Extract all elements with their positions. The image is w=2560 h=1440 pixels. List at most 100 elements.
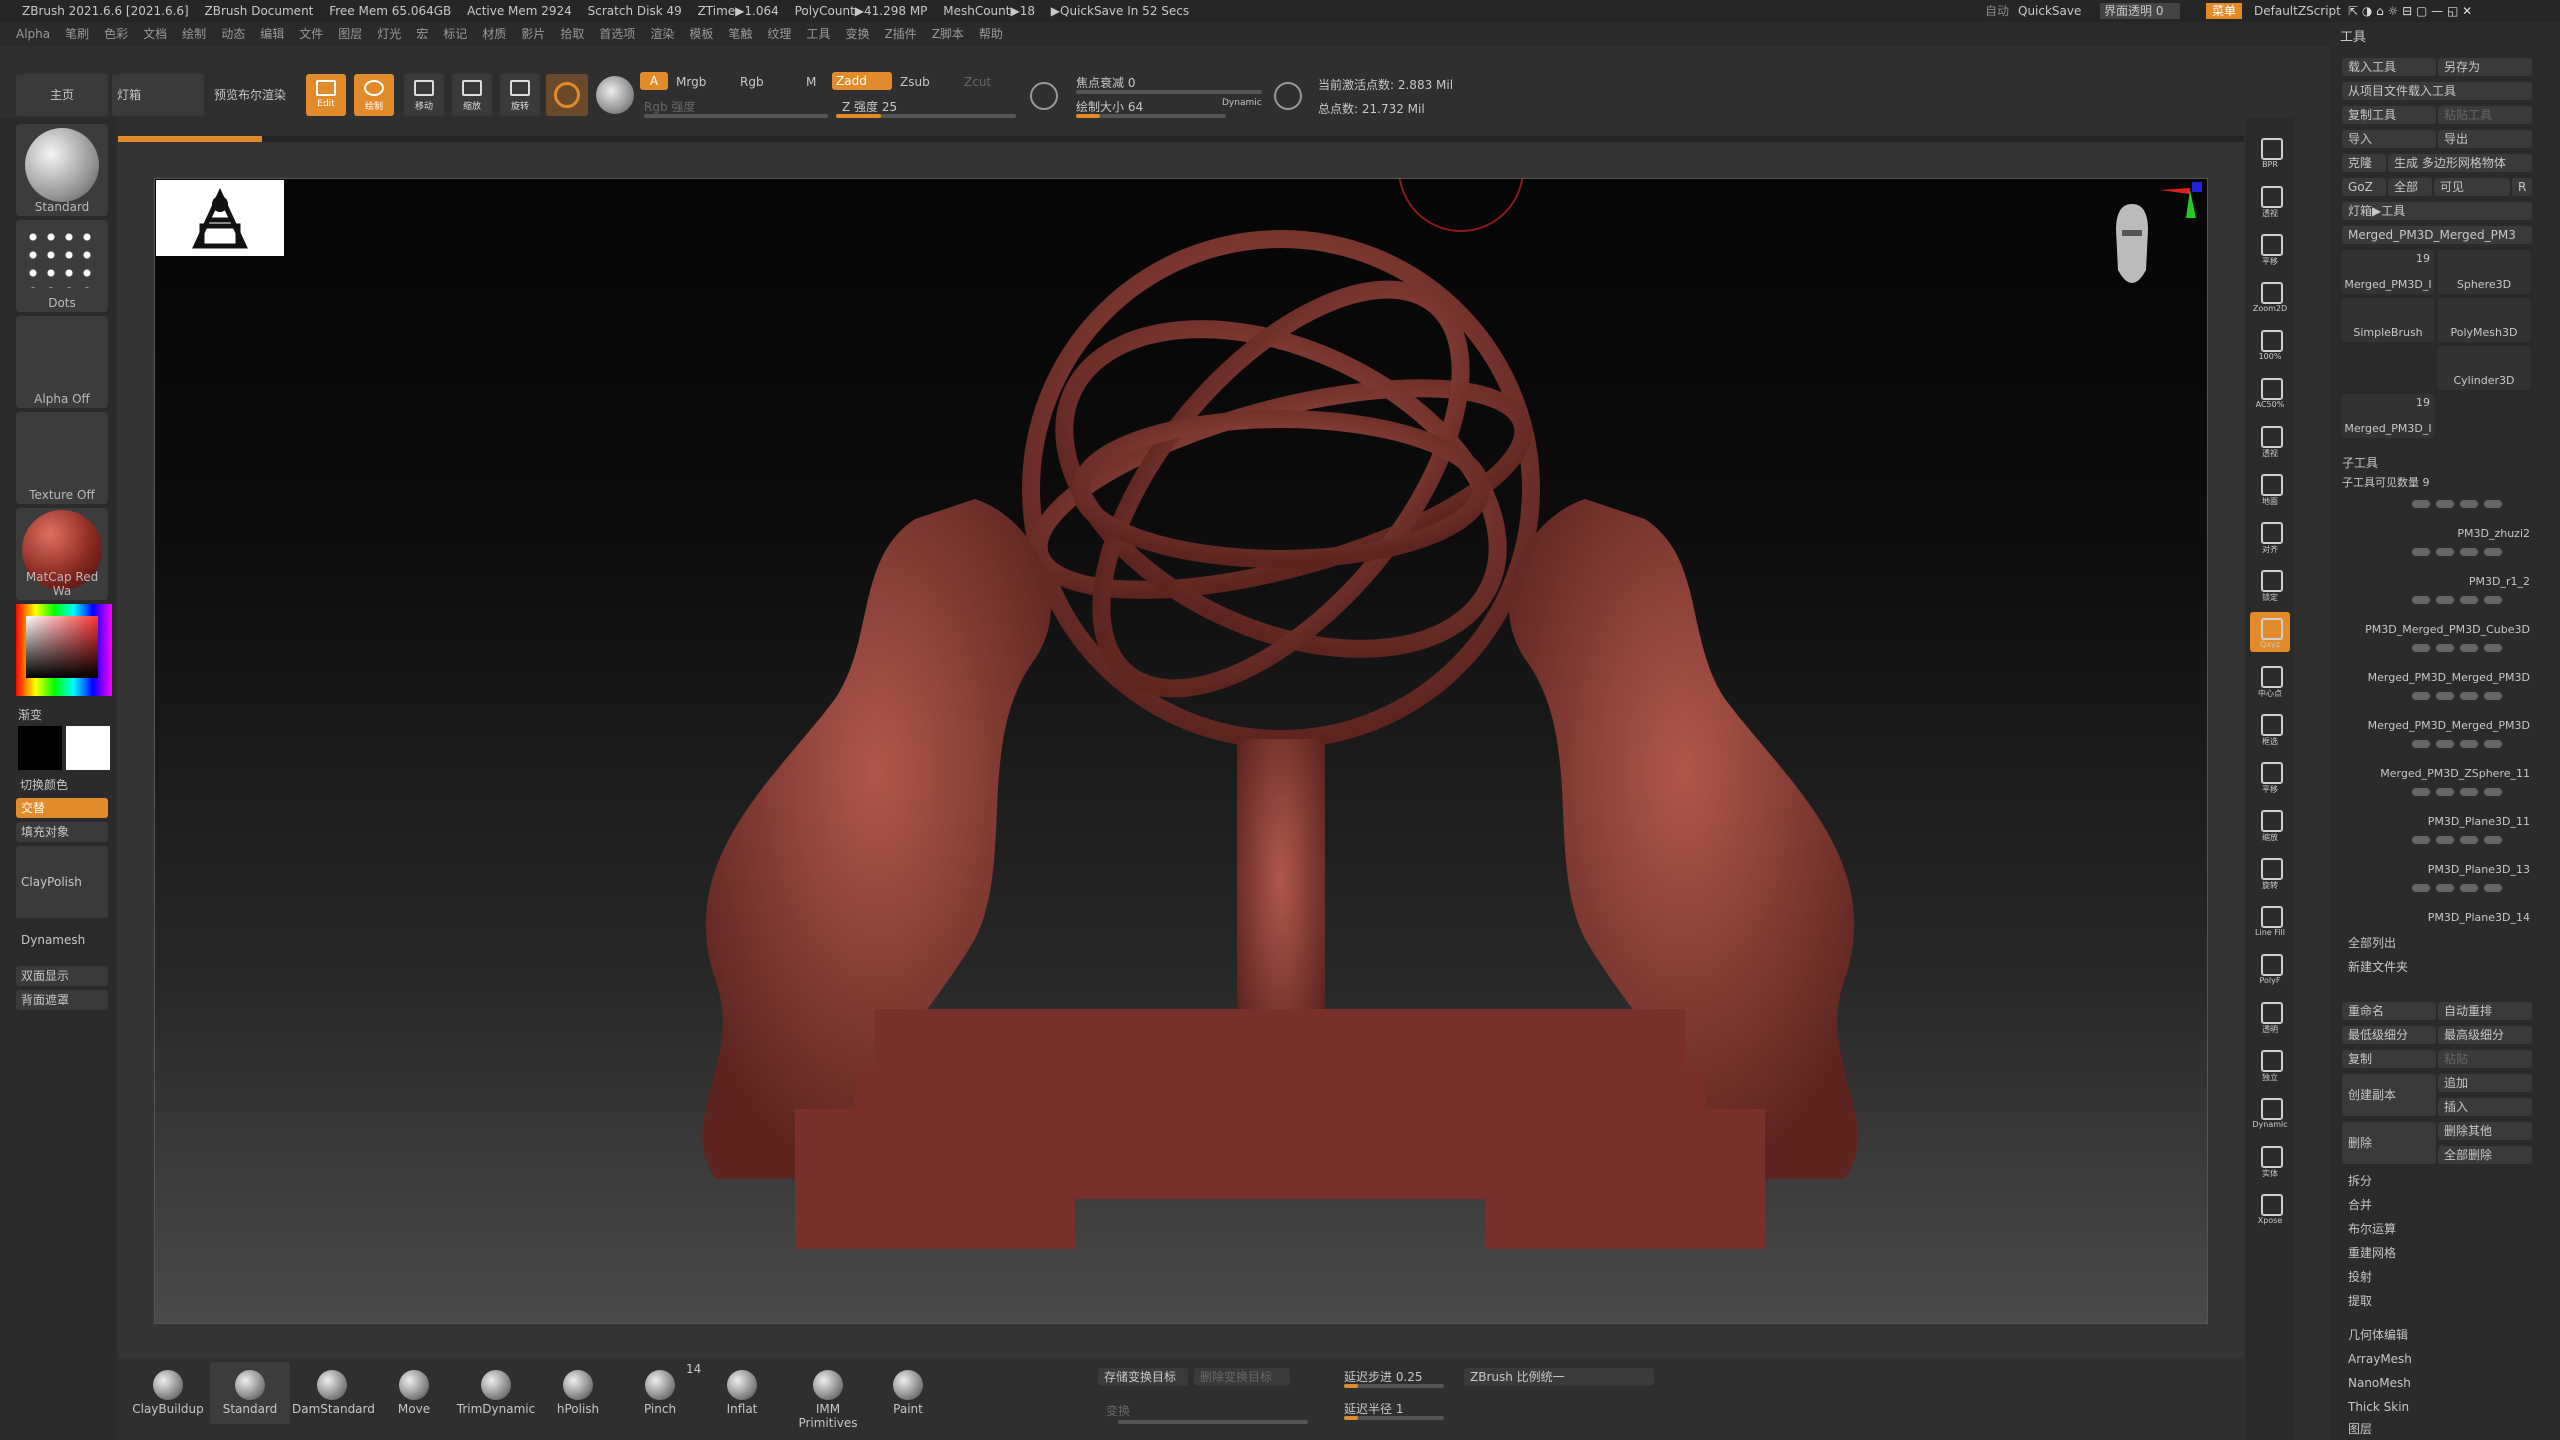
zbrush-scale-unify-button[interactable]: ZBrush 比例统一 bbox=[1464, 1368, 1654, 1386]
shelf-icon-button[interactable]: Qxyz bbox=[2250, 612, 2290, 652]
delete-button[interactable]: 删除 bbox=[2342, 1122, 2436, 1164]
subtool-toggles[interactable] bbox=[2412, 786, 2532, 796]
subtool-toggles[interactable] bbox=[2412, 834, 2532, 844]
new-folder-button[interactable]: 新建文件夹 bbox=[2342, 958, 2442, 976]
axis-gizmo-icon[interactable] bbox=[2150, 178, 2210, 238]
subtool-item[interactable]: PM3D_zhuzi2 bbox=[2342, 496, 2532, 540]
load-from-project-button[interactable]: 从项目文件载入工具 bbox=[2342, 82, 2532, 100]
rgb-intensity-slider[interactable] bbox=[644, 114, 828, 118]
double-sided-button[interactable]: 双面显示 bbox=[16, 966, 108, 986]
goz-r-button[interactable]: R bbox=[2512, 178, 2532, 196]
shelf-icon-button[interactable]: Xpose bbox=[2250, 1188, 2290, 1228]
shelf-icon-button[interactable]: 平移 bbox=[2250, 756, 2290, 796]
subtool-toggles[interactable] bbox=[2412, 642, 2532, 652]
layers-menu[interactable]: 图层 bbox=[2342, 1420, 2532, 1438]
dynamic-toggle[interactable]: Dynamic bbox=[1222, 98, 1262, 108]
geometry-edit-menu[interactable]: 几何体编辑 bbox=[2342, 1326, 2532, 1344]
menu-item[interactable]: 文件 bbox=[299, 27, 323, 41]
bpr-preview-button[interactable]: 预览布尔渲染 bbox=[208, 74, 292, 116]
menu-item[interactable]: 材质 bbox=[482, 27, 506, 41]
shelf-icon-button[interactable]: 100% bbox=[2250, 324, 2290, 364]
split-menu[interactable]: 拆分 bbox=[2342, 1172, 2532, 1190]
copy-tool-button[interactable]: 复制工具 bbox=[2342, 106, 2436, 124]
draw-button[interactable]: 绘制 bbox=[354, 74, 394, 116]
lazy-step-slider[interactable] bbox=[1344, 1384, 1444, 1388]
shelf-icon-button[interactable]: Dynamic bbox=[2250, 1092, 2290, 1132]
brush-button[interactable]: Standard bbox=[210, 1362, 290, 1424]
shelf-icon-button[interactable]: 锁定 bbox=[2250, 564, 2290, 604]
texture-picker[interactable]: Texture Off bbox=[16, 412, 108, 504]
morph-slider[interactable] bbox=[1118, 1420, 1308, 1424]
subtool-item[interactable]: PM3D_Merged_PM3D_Cube3D bbox=[2342, 592, 2532, 636]
menu-item[interactable]: 帮助 bbox=[979, 27, 1003, 41]
highest-subdiv-button[interactable]: 最高级细分 bbox=[2438, 1026, 2532, 1044]
lightbox-button[interactable]: 灯箱 bbox=[112, 74, 204, 116]
tool-thumbnail[interactable]: Cylinder3D bbox=[2438, 346, 2530, 390]
rotate-button[interactable]: 旋转 bbox=[500, 74, 540, 116]
subtool-item[interactable]: Merged_PM3D_Merged_PM3D bbox=[2342, 688, 2532, 732]
shelf-icon-button[interactable]: 平移 bbox=[2250, 228, 2290, 268]
navigation-head-gizmo[interactable] bbox=[2110, 200, 2154, 300]
z-intensity-slider[interactable] bbox=[836, 114, 1016, 118]
save-as-button[interactable]: 另存为 bbox=[2438, 58, 2532, 76]
subtool-toggles[interactable] bbox=[2412, 738, 2532, 748]
list-all-button[interactable]: 全部列出 bbox=[2342, 934, 2442, 952]
menu-item[interactable]: Z插件 bbox=[884, 27, 916, 41]
delete-all-button[interactable]: 全部删除 bbox=[2438, 1146, 2532, 1164]
menu-item[interactable]: 变换 bbox=[845, 27, 869, 41]
alpha-picker[interactable]: Alpha Off bbox=[16, 316, 108, 408]
brush-picker[interactable]: Standard bbox=[16, 124, 108, 216]
scale-button[interactable]: 缩放 bbox=[452, 74, 492, 116]
extract-menu[interactable]: 提取 bbox=[2342, 1292, 2532, 1310]
shelf-icon-button[interactable]: 旋转 bbox=[2250, 852, 2290, 892]
menu-item[interactable]: 纹理 bbox=[767, 27, 791, 41]
subtool-toggles[interactable] bbox=[2412, 546, 2532, 556]
subtool-toggles[interactable] bbox=[2412, 498, 2532, 508]
stroke-picker[interactable]: Dots bbox=[16, 220, 108, 312]
subtool-toggles[interactable] bbox=[2412, 594, 2532, 604]
zadd-toggle[interactable]: Zadd bbox=[832, 72, 892, 90]
tool-thumbnail[interactable]: Merged_PM3D_I 19 bbox=[2342, 394, 2434, 438]
project-menu[interactable]: 投射 bbox=[2342, 1268, 2532, 1286]
shelf-icon-button[interactable]: BPR bbox=[2250, 132, 2290, 172]
shelf-icon-button[interactable]: 实体 bbox=[2250, 1140, 2290, 1180]
brush-button[interactable]: ClayBuildup bbox=[128, 1362, 208, 1424]
thick-skin-menu[interactable]: Thick Skin bbox=[2342, 1398, 2532, 1416]
brush-button[interactable]: Inflat bbox=[702, 1362, 782, 1424]
zsub-toggle[interactable]: Zsub bbox=[900, 75, 930, 89]
armillary-sphere-sculpt[interactable] bbox=[155, 106, 2209, 1325]
paste-subtool-button[interactable]: 粘贴 bbox=[2438, 1050, 2532, 1068]
brush-button[interactable]: DamStandard bbox=[292, 1362, 375, 1424]
lowest-subdiv-button[interactable]: 最低级细分 bbox=[2342, 1026, 2436, 1044]
store-morph-target-button[interactable]: 存储变换目标 bbox=[1098, 1368, 1188, 1386]
material-picker[interactable]: MatCap Red Wa bbox=[16, 508, 108, 600]
append-button[interactable]: 追加 bbox=[2438, 1074, 2532, 1092]
subtool-item[interactable]: Merged_PM3D_ZSphere_11 bbox=[2342, 736, 2532, 780]
alternate-button[interactable]: 交替 bbox=[16, 798, 108, 818]
insert-button[interactable]: 插入 bbox=[2438, 1098, 2532, 1116]
subtool-item[interactable]: PM3D_Plane3D_11 bbox=[2342, 784, 2532, 828]
menu-item[interactable]: Z脚本 bbox=[932, 27, 964, 41]
tool-thumbnail[interactable]: Sphere3D bbox=[2438, 250, 2530, 294]
edit-button[interactable]: Edit bbox=[306, 74, 346, 116]
brush-button[interactable]: TrimDynamic bbox=[456, 1362, 536, 1424]
make-polymesh-button[interactable]: 生成 多边形网格物体 bbox=[2388, 154, 2532, 172]
secondary-color-swatch[interactable] bbox=[66, 726, 110, 770]
menu-item[interactable]: 渲染 bbox=[650, 27, 674, 41]
menu-item[interactable]: 首选项 bbox=[599, 27, 635, 41]
export-button[interactable]: 导出 bbox=[2438, 130, 2532, 148]
duplicate-button[interactable]: 复制 bbox=[2342, 1050, 2436, 1068]
a-toggle[interactable]: A bbox=[640, 72, 668, 90]
menu-item[interactable]: 绘制 bbox=[182, 27, 206, 41]
auto-reorder-button[interactable]: 自动重排 bbox=[2438, 1002, 2532, 1020]
fill-object-button[interactable]: 填充对象 bbox=[16, 822, 108, 842]
window-controls-icon[interactable]: ⇱ ◑ ⌂ ☼ ⊟ ▢ — ◱ ✕ bbox=[2348, 0, 2472, 22]
menu-item[interactable]: 图层 bbox=[338, 27, 362, 41]
remesh-menu[interactable]: 重建网格 bbox=[2342, 1244, 2532, 1262]
lazy-radius-slider[interactable] bbox=[1344, 1416, 1444, 1420]
delete-morph-target-button[interactable]: 删除变换目标 bbox=[1194, 1368, 1290, 1386]
goz-visible-button[interactable]: 可见 bbox=[2434, 178, 2510, 196]
rgb-toggle[interactable]: Rgb bbox=[740, 75, 764, 89]
menu-item[interactable]: 文档 bbox=[143, 27, 167, 41]
goz-all-button[interactable]: 全部 bbox=[2388, 178, 2432, 196]
